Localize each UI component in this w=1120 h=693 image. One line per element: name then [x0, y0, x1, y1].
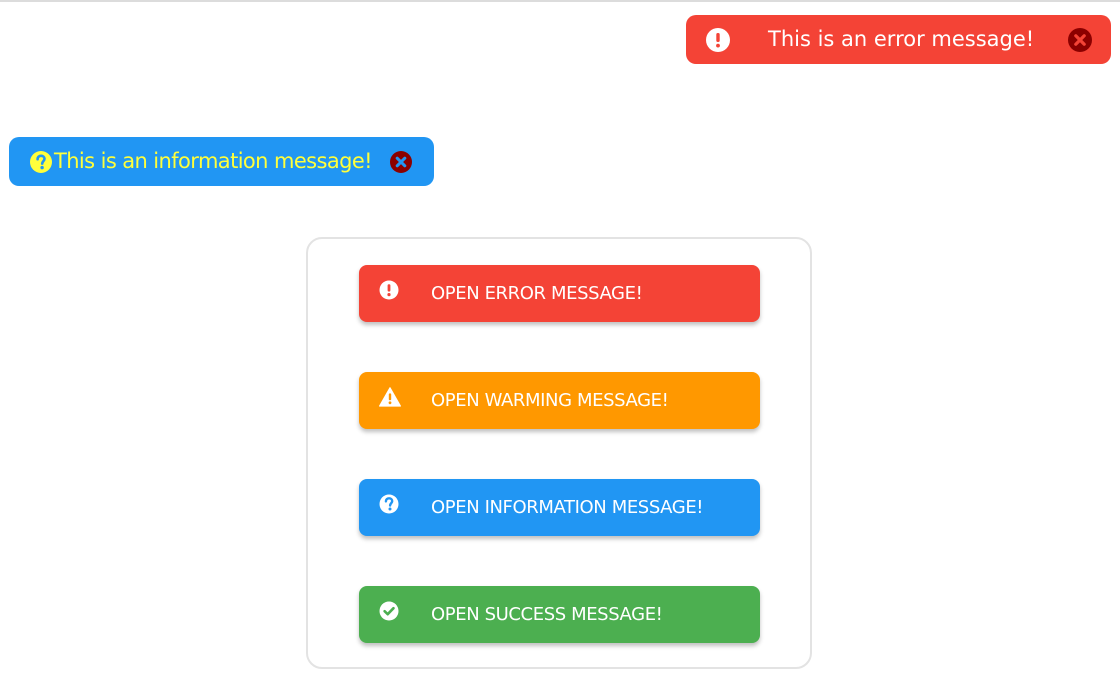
button-panel: OPEN ERROR MESSAGE! OPEN WARMING MESSAGE…: [306, 237, 812, 669]
question-circle-icon: [30, 151, 52, 173]
open-information-message-label: OPEN INFORMATION MESSAGE!: [431, 497, 704, 518]
open-information-message-button[interactable]: OPEN INFORMATION MESSAGE!: [359, 479, 760, 536]
close-circle-icon[interactable]: [1068, 28, 1092, 52]
open-error-message-label: OPEN ERROR MESSAGE!: [431, 283, 643, 304]
exclamation-circle-icon: [706, 28, 730, 52]
open-warming-message-button[interactable]: OPEN WARMING MESSAGE!: [359, 372, 760, 429]
exclamation-circle-icon: [379, 280, 399, 300]
warning-triangle-icon: [379, 387, 401, 407]
close-circle-icon[interactable]: [390, 151, 412, 173]
open-warming-message-label: OPEN WARMING MESSAGE!: [431, 390, 669, 411]
open-success-message-label: OPEN SUCCESS MESSAGE!: [431, 604, 663, 625]
info-toast: This is an information message!: [9, 137, 434, 186]
info-toast-message: This is an information message!: [54, 149, 373, 173]
check-circle-icon: [379, 601, 399, 621]
open-error-message-button[interactable]: OPEN ERROR MESSAGE!: [359, 265, 760, 322]
question-circle-icon: [379, 494, 399, 514]
error-toast-message: This is an error message!: [768, 27, 1035, 51]
top-divider: [0, 0, 1120, 2]
error-toast: This is an error message!: [686, 15, 1111, 64]
open-success-message-button[interactable]: OPEN SUCCESS MESSAGE!: [359, 586, 760, 643]
